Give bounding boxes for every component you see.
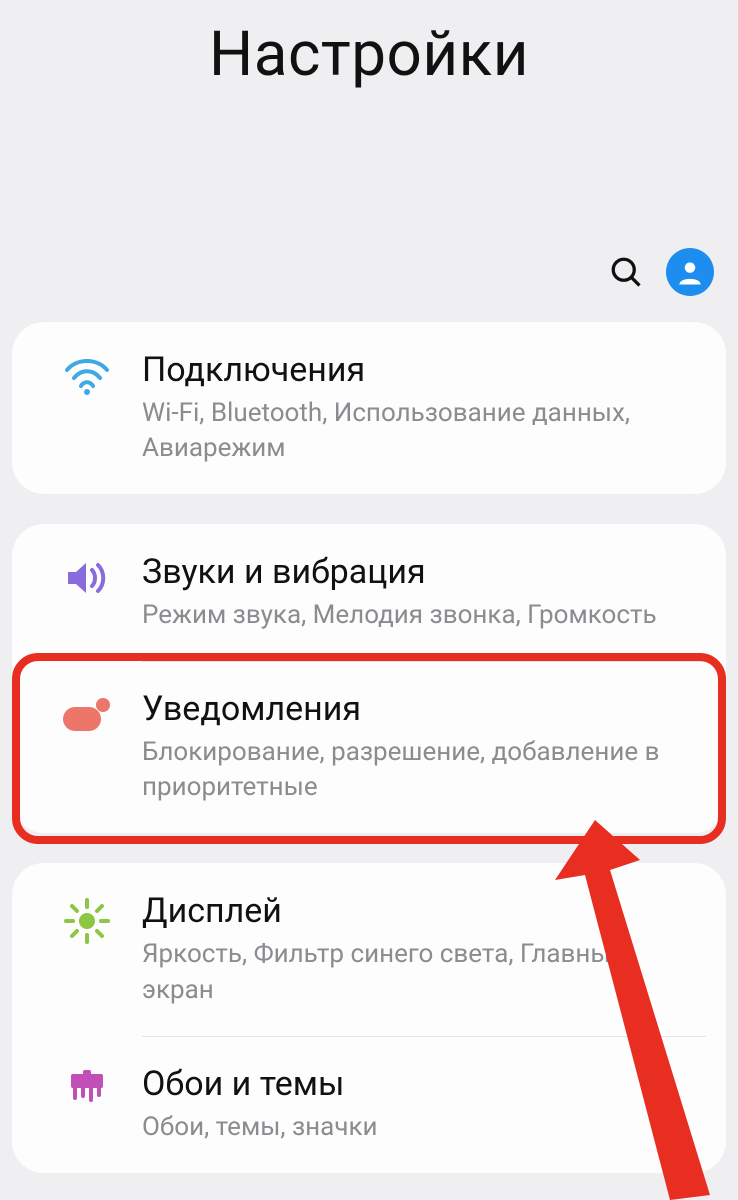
item-text: Звуки и вибрация Режим звука, Мелодия зв… xyxy=(142,552,702,633)
item-text: Уведомления Блокирование, разрешение, до… xyxy=(142,689,702,805)
item-subtitle: Обои, темы, значки xyxy=(142,1110,702,1145)
brush-icon xyxy=(32,1064,142,1118)
item-title: Дисплей xyxy=(142,891,702,931)
item-subtitle: Яркость, Фильтр синего света, Главный эк… xyxy=(142,937,702,1007)
settings-list: Подключения Wi-Fi, Bluetooth, Использова… xyxy=(0,322,738,1173)
profile-avatar[interactable] xyxy=(666,248,714,296)
search-icon[interactable] xyxy=(608,254,644,290)
page-header: Настройки xyxy=(0,0,738,91)
brightness-icon xyxy=(32,891,142,945)
settings-item-display[interactable]: Дисплей Яркость, Фильтр синего света, Гл… xyxy=(12,863,726,1035)
item-text: Обои и темы Обои, темы, значки xyxy=(142,1064,702,1145)
settings-group: Дисплей Яркость, Фильтр синего света, Гл… xyxy=(12,863,726,1172)
settings-group: Подключения Wi-Fi, Bluetooth, Использова… xyxy=(12,322,726,494)
item-subtitle: Режим звука, Мелодия звонка, Громкость xyxy=(142,598,702,633)
item-title: Звуки и вибрация xyxy=(142,552,702,592)
settings-item-notifications[interactable]: Уведомления Блокирование, разрешение, до… xyxy=(12,661,726,833)
item-text: Дисплей Яркость, Фильтр синего света, Гл… xyxy=(142,891,702,1007)
item-title: Подключения xyxy=(142,350,702,390)
toolbar xyxy=(608,248,714,296)
settings-group: Звуки и вибрация Режим звука, Мелодия зв… xyxy=(12,524,726,833)
sound-icon xyxy=(32,552,142,598)
settings-item-sound[interactable]: Звуки и вибрация Режим звука, Мелодия зв… xyxy=(12,524,726,661)
item-title: Уведомления xyxy=(142,689,702,729)
item-subtitle: Блокирование, разрешение, добавление в п… xyxy=(142,735,702,805)
settings-item-wallpaper[interactable]: Обои и темы Обои, темы, значки xyxy=(12,1036,726,1173)
settings-item-connections[interactable]: Подключения Wi-Fi, Bluetooth, Использова… xyxy=(12,322,726,494)
item-subtitle: Wi-Fi, Bluetooth, Использование данных, … xyxy=(142,396,702,466)
item-text: Подключения Wi-Fi, Bluetooth, Использова… xyxy=(142,350,702,466)
item-title: Обои и темы xyxy=(142,1064,702,1104)
notification-icon xyxy=(32,689,142,735)
page-title: Настройки xyxy=(0,18,738,91)
wifi-icon xyxy=(32,350,142,396)
